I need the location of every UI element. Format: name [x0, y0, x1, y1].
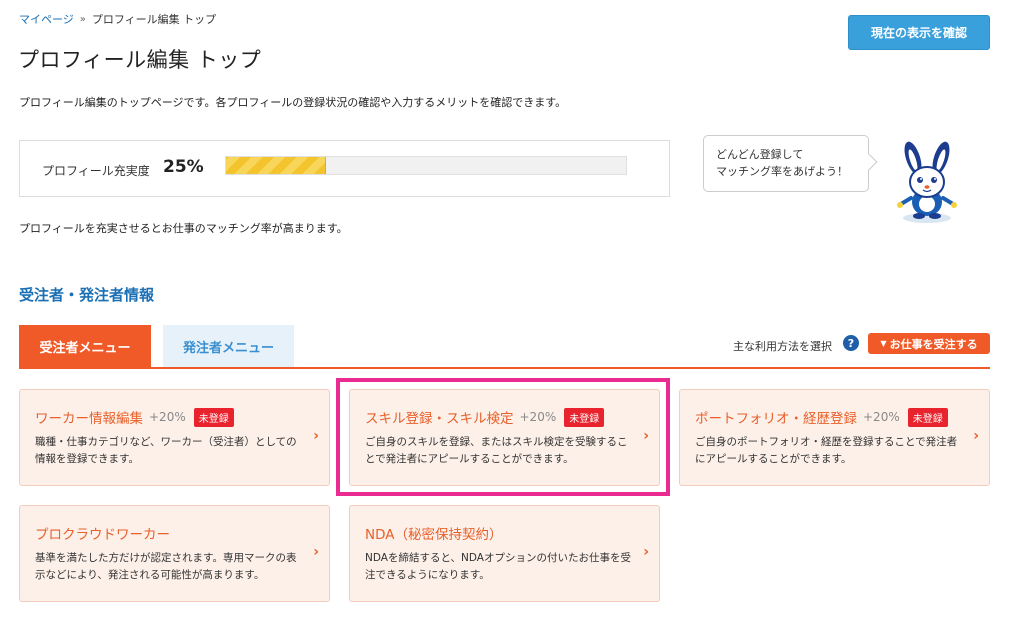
caret-down-icon: ▼ [880, 339, 887, 348]
card-percent: +20% [863, 410, 900, 424]
tab-worker-menu[interactable]: 受注者メニュー [19, 325, 151, 368]
card-title-row: NDA（秘密保持契約） [365, 523, 503, 543]
chevron-right-icon: › [643, 428, 649, 444]
breadcrumb-mypage-link[interactable]: マイページ [19, 11, 74, 27]
speech-line-1: どんどん登録して [716, 148, 804, 161]
card-percent: +20% [519, 410, 557, 424]
breadcrumb-separator: » [79, 13, 86, 25]
mascot-icon [897, 141, 957, 223]
card-description: NDAを締結すると、NDAオプションの付いたお仕事を受注できるようになります。 [365, 552, 631, 581]
speech-line-2: マッチング率をあげよう！ [716, 165, 848, 178]
card-title: NDA（秘密保持契約） [365, 527, 503, 543]
card-title-row: ポートフォリオ・経歴登録 +20% 未登録 [695, 407, 948, 427]
chevron-right-icon: › [313, 544, 319, 560]
card-worker-info[interactable]: ワーカー情報編集 +20% 未登録 職種・仕事カテゴリなど、ワーカー（受注者）と… [19, 389, 330, 486]
card-pro-crowdworker[interactable]: プロクラウドワーカー 基準を満たした方だけが認定されます。専用マークの表示などに… [19, 505, 330, 602]
page-description: プロフィール編集のトップページです。各プロフィールの登録状況の確認や入力するメリ… [19, 96, 567, 109]
usage-label: 主な利用方法を選択 [733, 340, 832, 353]
receive-work-label: お仕事を受注する [889, 337, 978, 351]
card-nda[interactable]: NDA（秘密保持契約） NDAを締結すると、NDAオプションの付いたお仕事を受注… [349, 505, 660, 602]
completion-label: プロフィール充実度 [42, 164, 150, 178]
card-title: ポートフォリオ・経歴登録 [695, 411, 857, 427]
completion-value: 25% [163, 157, 204, 177]
matching-note: プロフィールを充実させるとお仕事のマッチング率が高まります。 [19, 222, 348, 235]
card-description: ご自身のスキルを登録、またはスキル検定を受験することで発注者にアピールすることが… [365, 436, 628, 465]
confirm-display-button[interactable]: 現在の表示を確認 [848, 15, 990, 50]
breadcrumb: マイページ » プロフィール編集 トップ [19, 11, 216, 27]
card-percent: +20% [149, 410, 186, 424]
chevron-right-icon: › [643, 544, 649, 560]
card-description: 基準を満たした方だけが認定されます。専用マークの表示などにより、発注される可能性… [35, 552, 297, 581]
card-portfolio[interactable]: ポートフォリオ・経歴登録 +20% 未登録 ご自身のポートフォリオ・経歴を登録す… [679, 389, 990, 486]
card-title-row: スキル登録・スキル検定 +20% 未登録 [365, 407, 605, 427]
card-title-row: プロクラウドワーカー [35, 523, 170, 543]
unregistered-badge: 未登録 [564, 407, 605, 427]
card-description: ご自身のポートフォリオ・経歴を登録することで発注者にアピールすることができます。 [695, 436, 958, 465]
breadcrumb-current: プロフィール編集 トップ [91, 13, 217, 26]
card-title: スキル登録・スキル検定 [365, 411, 514, 427]
speech-bubble: どんどん登録して マッチング率をあげよう！ [703, 135, 869, 192]
unregistered-badge: 未登録 [907, 407, 948, 427]
help-icon[interactable]: ? [843, 335, 859, 351]
completion-progress-fill [226, 157, 326, 174]
card-title-row: ワーカー情報編集 +20% 未登録 [35, 407, 234, 427]
section-title: 受注者・発注者情報 [19, 286, 155, 304]
tab-divider [19, 367, 990, 369]
receive-work-button[interactable]: ▼ お仕事を受注する [868, 333, 990, 354]
profile-completion-box: プロフィール充実度 25% [19, 140, 670, 197]
chevron-right-icon: › [313, 428, 319, 444]
chevron-right-icon: › [973, 428, 979, 444]
page-title: プロフィール編集 トップ [18, 48, 262, 72]
card-title: ワーカー情報編集 [35, 411, 143, 427]
card-title: プロクラウドワーカー [35, 527, 170, 543]
completion-progress-bar [225, 156, 627, 175]
unregistered-badge: 未登録 [193, 407, 234, 427]
card-skill-registration[interactable]: スキル登録・スキル検定 +20% 未登録 ご自身のスキルを登録、またはスキル検定… [349, 389, 660, 486]
card-description: 職種・仕事カテゴリなど、ワーカー（受注者）としての情報を登録できます。 [35, 436, 297, 465]
tab-client-menu[interactable]: 発注者メニュー [163, 325, 294, 368]
